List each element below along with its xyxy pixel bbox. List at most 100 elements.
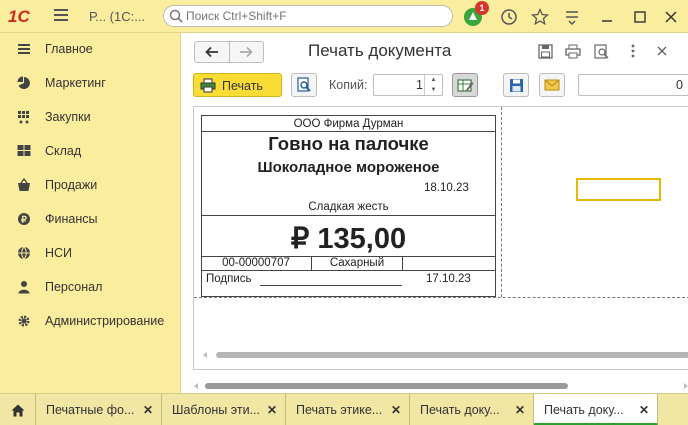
tab-label: Шаблоны эти...: [172, 403, 260, 417]
table-edit-icon: [456, 78, 473, 92]
search-input[interactable]: [186, 8, 446, 24]
spin-up-icon[interactable]: ▲: [431, 77, 437, 83]
favorites-button[interactable]: [529, 6, 551, 28]
close-tab-icon[interactable]: ✕: [391, 403, 401, 417]
envelope-icon: [544, 79, 560, 91]
1c-logo-icon: 1С: [8, 7, 30, 26]
scrollbar-thumb[interactable]: [216, 352, 688, 358]
back-button[interactable]: [195, 42, 229, 62]
tab-label: Печать этике...: [296, 403, 383, 417]
page-break-horizontal: [194, 297, 688, 298]
scroll-left-icon[interactable]: [193, 383, 199, 389]
horizontal-scrollbar[interactable]: [193, 383, 688, 389]
edit-mode-toggle[interactable]: [452, 73, 478, 97]
scroll-left-icon[interactable]: [202, 352, 208, 358]
pie-chart-icon: [17, 76, 30, 89]
tab-print-document-active[interactable]: Печать доку... ✕: [534, 394, 658, 425]
svg-text:₽: ₽: [21, 215, 27, 225]
page-break-vertical: [501, 107, 502, 297]
sidebar-item-label: Персонал: [45, 280, 103, 294]
gear-icon: [18, 315, 30, 327]
scroll-right-icon[interactable]: [683, 383, 688, 389]
sidebar-item-sales[interactable]: Продажи: [0, 170, 180, 200]
inner-horizontal-scrollbar[interactable]: [202, 352, 688, 358]
app-title: Р... (1С:...: [89, 9, 146, 24]
product-code: 00-00000707: [222, 257, 290, 269]
floppy-icon: [509, 78, 523, 92]
forward-button[interactable]: [228, 42, 263, 62]
menu-icon[interactable]: [54, 9, 68, 23]
settings-menu-button[interactable]: [561, 6, 583, 28]
sidebar-item-warehouse[interactable]: Склад: [0, 136, 180, 166]
tab-print-forms[interactable]: Печатные фо... ✕: [36, 394, 162, 425]
history-button[interactable]: [498, 6, 520, 28]
close-tab-icon[interactable]: ✕: [143, 403, 153, 417]
floppy-icon: [537, 43, 553, 59]
person-icon: [18, 281, 30, 294]
save-to-file-button[interactable]: [503, 73, 529, 97]
arrow-right-icon: [240, 46, 254, 58]
tab-label-templates[interactable]: Шаблоны эти... ✕: [162, 394, 286, 425]
sidebar-item-nsi[interactable]: НСИ: [0, 238, 180, 268]
close-tab-icon[interactable]: ✕: [267, 403, 277, 417]
sidebar-item-label: Закупки: [45, 110, 91, 124]
sidebar-item-finance[interactable]: ₽ Финансы: [0, 204, 180, 234]
coin-icon: ₽: [18, 213, 30, 225]
print-button[interactable]: Печать: [193, 73, 282, 97]
sidebar-item-marketing[interactable]: Маркетинг: [0, 68, 180, 98]
sidebar-item-main[interactable]: Главное: [0, 34, 180, 64]
home-tab[interactable]: [0, 394, 36, 425]
close-window-button[interactable]: [660, 6, 682, 28]
sidebar: Главное Маркетинг Закупки Склад Продажи …: [0, 33, 180, 393]
tab-print-labels[interactable]: Печать этике... ✕: [286, 394, 410, 425]
tab-print-document[interactable]: Печать доку... ✕: [410, 394, 534, 425]
search-icon: [169, 9, 183, 23]
sidebar-item-label: Администрирование: [45, 314, 165, 328]
notification-badge: 1: [475, 1, 489, 15]
sidebar-item-label: Маркетинг: [45, 76, 106, 90]
price-value: ₽ 135,00: [290, 223, 407, 255]
more-menu-button[interactable]: [624, 42, 642, 60]
preview-form-button[interactable]: [592, 42, 610, 60]
close-tab-icon[interactable]: ✕: [639, 403, 649, 417]
sidebar-item-purchases[interactable]: Закупки: [0, 102, 180, 132]
form-title: Печать документа: [308, 41, 452, 60]
copies-input[interactable]: [377, 77, 423, 93]
selected-cell[interactable]: [576, 178, 661, 201]
search-box[interactable]: [163, 5, 453, 27]
close-tab-icon[interactable]: ✕: [515, 403, 525, 417]
more-vertical-icon: [631, 44, 635, 58]
close-form-button[interactable]: [653, 42, 671, 60]
number-input[interactable]: [583, 77, 683, 93]
send-email-button[interactable]: [539, 73, 565, 97]
sidebar-item-label: НСИ: [45, 246, 73, 260]
menu-lines-icon: [566, 11, 578, 26]
print-form-button[interactable]: [564, 42, 582, 60]
minimize-button[interactable]: [596, 6, 618, 28]
sidebar-item-label: Финансы: [45, 212, 98, 226]
clock-icon: [501, 9, 517, 25]
sidebar-item-label: Склад: [45, 144, 82, 158]
sidebar-item-administration[interactable]: Администрирование: [0, 306, 180, 336]
tab-label: Печатные фо...: [46, 403, 135, 417]
sidebar-item-label: Главное: [45, 42, 93, 56]
spin-down-icon[interactable]: ▼: [431, 87, 437, 93]
scrollbar-thumb[interactable]: [205, 383, 568, 389]
save-form-button[interactable]: [536, 42, 554, 60]
copies-stepper[interactable]: ▲ ▼: [373, 74, 443, 96]
list-icon: [18, 44, 30, 54]
number-field[interactable]: [578, 74, 688, 96]
maximize-button[interactable]: [629, 6, 651, 28]
spin-buttons[interactable]: ▲ ▼: [424, 75, 442, 95]
navigation-buttons: [194, 41, 264, 63]
close-icon: [657, 46, 667, 56]
slogan: Сладкая жесть: [308, 201, 389, 213]
preview-button[interactable]: [291, 73, 317, 97]
cart-icon: [18, 111, 29, 124]
top-bar: 1С Р... (1С:... 1: [0, 0, 688, 33]
tab-label: Печать доку...: [420, 403, 500, 417]
close-icon: [665, 11, 677, 23]
sidebar-item-personnel[interactable]: Персонал: [0, 272, 180, 302]
spreadsheet-document[interactable]: ООО Фирма Дурман Говно на палочке Шокола…: [193, 106, 688, 370]
printer-icon: [565, 44, 581, 58]
